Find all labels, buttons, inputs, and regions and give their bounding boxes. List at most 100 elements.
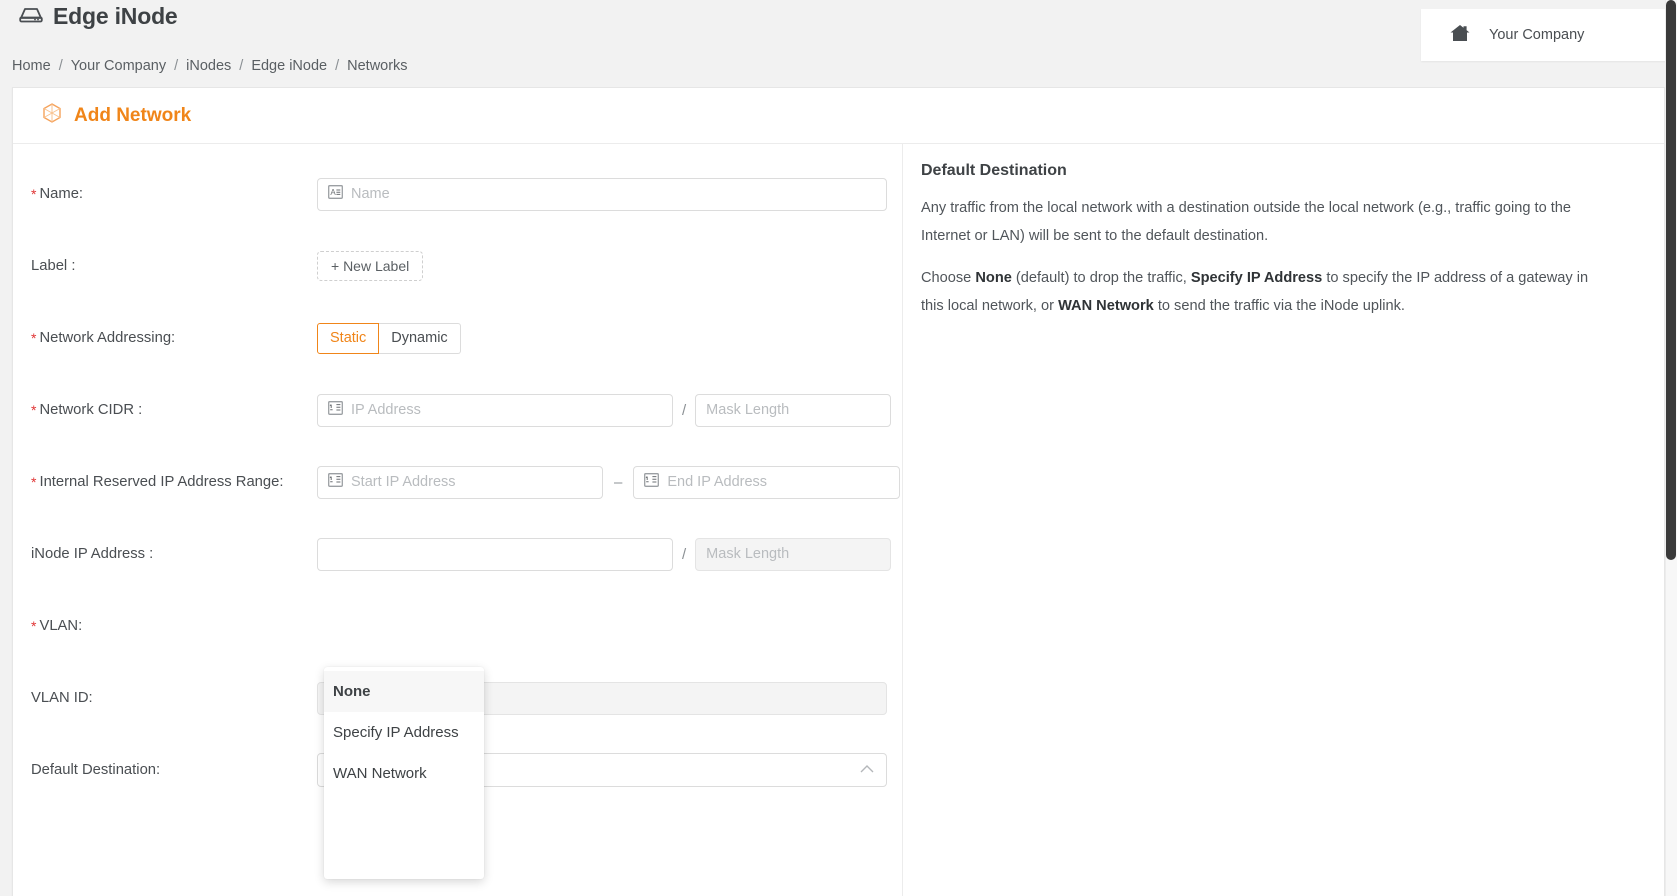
new-label-button[interactable]: + New Label [317, 251, 424, 281]
vlan-label: * VLAN: [31, 618, 317, 634]
form-row-network-addressing: * Network Addressing: Static Dynamic [13, 302, 902, 374]
inode-ip-mask-placeholder: Mask Length [706, 546, 790, 562]
network-cidr-label-text: Network CIDR : [39, 402, 143, 418]
name-label-text: Name: [39, 186, 84, 202]
breadcrumb-separator: / [335, 58, 340, 74]
page-scrollbar-track[interactable] [1665, 0, 1677, 896]
network-cidr-mask-placeholder: Mask Length [706, 402, 790, 418]
network-addressing-option-dynamic[interactable]: Dynamic [379, 322, 461, 354]
company-name: Your Company [1489, 27, 1585, 43]
end-ip-placeholder: End IP Address [667, 474, 768, 490]
form-column: * Name: A Name Label: + New Label * Net… [13, 144, 903, 896]
network-cidr-mask-input[interactable]: Mask Length [695, 393, 892, 427]
breadcrumb-separator: / [58, 58, 63, 74]
name-field-wrap: A Name [317, 177, 887, 211]
inode-ip-address-label: iNode IP Address : [31, 546, 317, 562]
info-p2-part-4: to send the traffic via the iNode uplink… [1153, 298, 1405, 314]
network-cidr-ip-input[interactable]: IP Address [317, 393, 673, 427]
required-asterisk: * [31, 186, 37, 202]
cidr-slash-separator: / [682, 401, 687, 419]
internal-reserved-range-field-wrap: Start IP Address – End IP Address [317, 465, 901, 499]
network-addressing-field-wrap: Static Dynamic [317, 322, 461, 354]
company-chip[interactable]: Your Company [1421, 9, 1677, 61]
label-label-text: Label : [31, 258, 76, 274]
vlan-label-text: VLAN: [39, 618, 83, 634]
top-bar: Edge iNode Your Company [0, 0, 1677, 61]
label-label: Label : [31, 258, 317, 274]
breadcrumb-item-home[interactable]: Home [12, 58, 51, 74]
numeric-keypad-icon [328, 472, 343, 492]
breadcrumb-item-networks[interactable]: Networks [347, 58, 407, 74]
breadcrumb-item-your-company[interactable]: Your Company [71, 58, 166, 74]
required-asterisk: * [31, 618, 37, 634]
numeric-keypad-icon [328, 400, 343, 420]
network-cidr-field-wrap: IP Address / Mask Length [317, 393, 892, 427]
breadcrumb-separator: / [239, 58, 244, 74]
inode-icon [18, 3, 44, 30]
network-cidr-ip-placeholder: IP Address [351, 402, 421, 418]
network-cidr-label: * Network CIDR : [31, 402, 317, 418]
form-row-internal-reserved-range: * Internal Reserved IP Address Range: Sta… [13, 446, 902, 518]
app-title: Edge iNode [18, 3, 178, 30]
card-header: Add Network [13, 88, 1664, 144]
network-addressing-option-static[interactable]: Static [317, 322, 380, 354]
default-destination-dropdown-menu: None Specify IP Address WAN Network [324, 667, 484, 879]
default-destination-label-text: Default Destination: [31, 762, 161, 778]
inode-ip-input[interactable] [317, 537, 673, 571]
breadcrumb-separator: / [174, 58, 179, 74]
text-field-icon: A [328, 184, 343, 204]
network-addressing-toggle: Static Dynamic [317, 322, 461, 354]
form-row-vlan: * VLAN: [13, 590, 902, 662]
page-title: Add Network [74, 104, 192, 126]
network-hexagon-icon [41, 102, 63, 129]
start-ip-placeholder: Start IP Address [351, 474, 456, 490]
end-ip-input[interactable]: End IP Address [633, 465, 901, 499]
numeric-keypad-icon [644, 472, 660, 492]
internal-reserved-range-label-text: Internal Reserved IP Address Range: [39, 474, 284, 490]
form-row-inode-ip-address: iNode IP Address : / Mask Length [13, 518, 902, 590]
dropdown-option-specify-ip-address[interactable]: Specify IP Address [324, 712, 484, 753]
info-panel: Default Destination Any traffic from the… [903, 144, 1664, 896]
home-icon [1449, 23, 1471, 48]
add-network-card: Add Network * Name: A Name Label: + New… [12, 87, 1665, 896]
dropdown-option-wan-network[interactable]: WAN Network [324, 753, 484, 794]
chevron-up-icon[interactable] [859, 761, 875, 779]
inode-ip-slash-separator: / [682, 545, 687, 563]
info-p2-part-2: (default) to drop the traffic, [1011, 270, 1191, 286]
breadcrumb-item-inodes[interactable]: iNodes [186, 58, 231, 74]
default-destination-label: Default Destination: [31, 762, 317, 778]
name-input-placeholder: Name [351, 186, 390, 202]
internal-reserved-range-label: * Internal Reserved IP Address Range: [31, 474, 317, 490]
name-label: * Name: [31, 186, 317, 202]
vlan-id-label-text: VLAN ID: [31, 690, 93, 706]
network-addressing-label: * Network Addressing: [31, 330, 317, 346]
info-panel-paragraph-1: Any traffic from the local network with … [921, 200, 1572, 244]
breadcrumb-item-edge-inode[interactable]: Edge iNode [251, 58, 327, 74]
inode-ip-address-label-text: iNode IP Address : [31, 546, 154, 562]
page-scrollbar-thumb[interactable] [1666, 0, 1676, 560]
svg-text:A: A [330, 188, 336, 197]
info-panel-title: Default Destination [921, 162, 1067, 179]
info-panel-paragraph-2: Choose None (default) to drop the traffi… [921, 264, 1610, 320]
inode-ip-address-field-wrap: / Mask Length [317, 537, 892, 571]
info-p2-bold-specify-ip: Specify IP Address [1190, 270, 1323, 286]
required-asterisk: * [31, 330, 37, 346]
info-p2-part-1: Choose [921, 270, 976, 286]
form-row-network-cidr: * Network CIDR : IP Address / Mask Lengt… [13, 374, 902, 446]
name-input[interactable]: A Name [317, 177, 887, 211]
info-p2-bold-wan-network: WAN Network [1058, 298, 1154, 314]
app-title-text: Edge iNode [53, 3, 178, 29]
inode-ip-mask-input[interactable]: Mask Length [695, 537, 892, 571]
start-ip-input[interactable]: Start IP Address [317, 465, 603, 499]
vlan-id-label: VLAN ID: [31, 690, 317, 706]
card-body: * Name: A Name Label: + New Label * Net… [13, 144, 1664, 896]
form-row-label: Label : + New Label [13, 230, 902, 302]
network-addressing-label-text: Network Addressing: [39, 330, 176, 346]
range-dash-separator: – [614, 473, 623, 491]
label-field-wrap: + New Label [317, 251, 424, 281]
info-p2-bold-none: None [975, 270, 1012, 286]
dropdown-option-none[interactable]: None [324, 671, 484, 712]
form-row-name: * Name: A Name [13, 158, 902, 230]
required-asterisk: * [31, 474, 37, 490]
required-asterisk: * [31, 402, 37, 418]
